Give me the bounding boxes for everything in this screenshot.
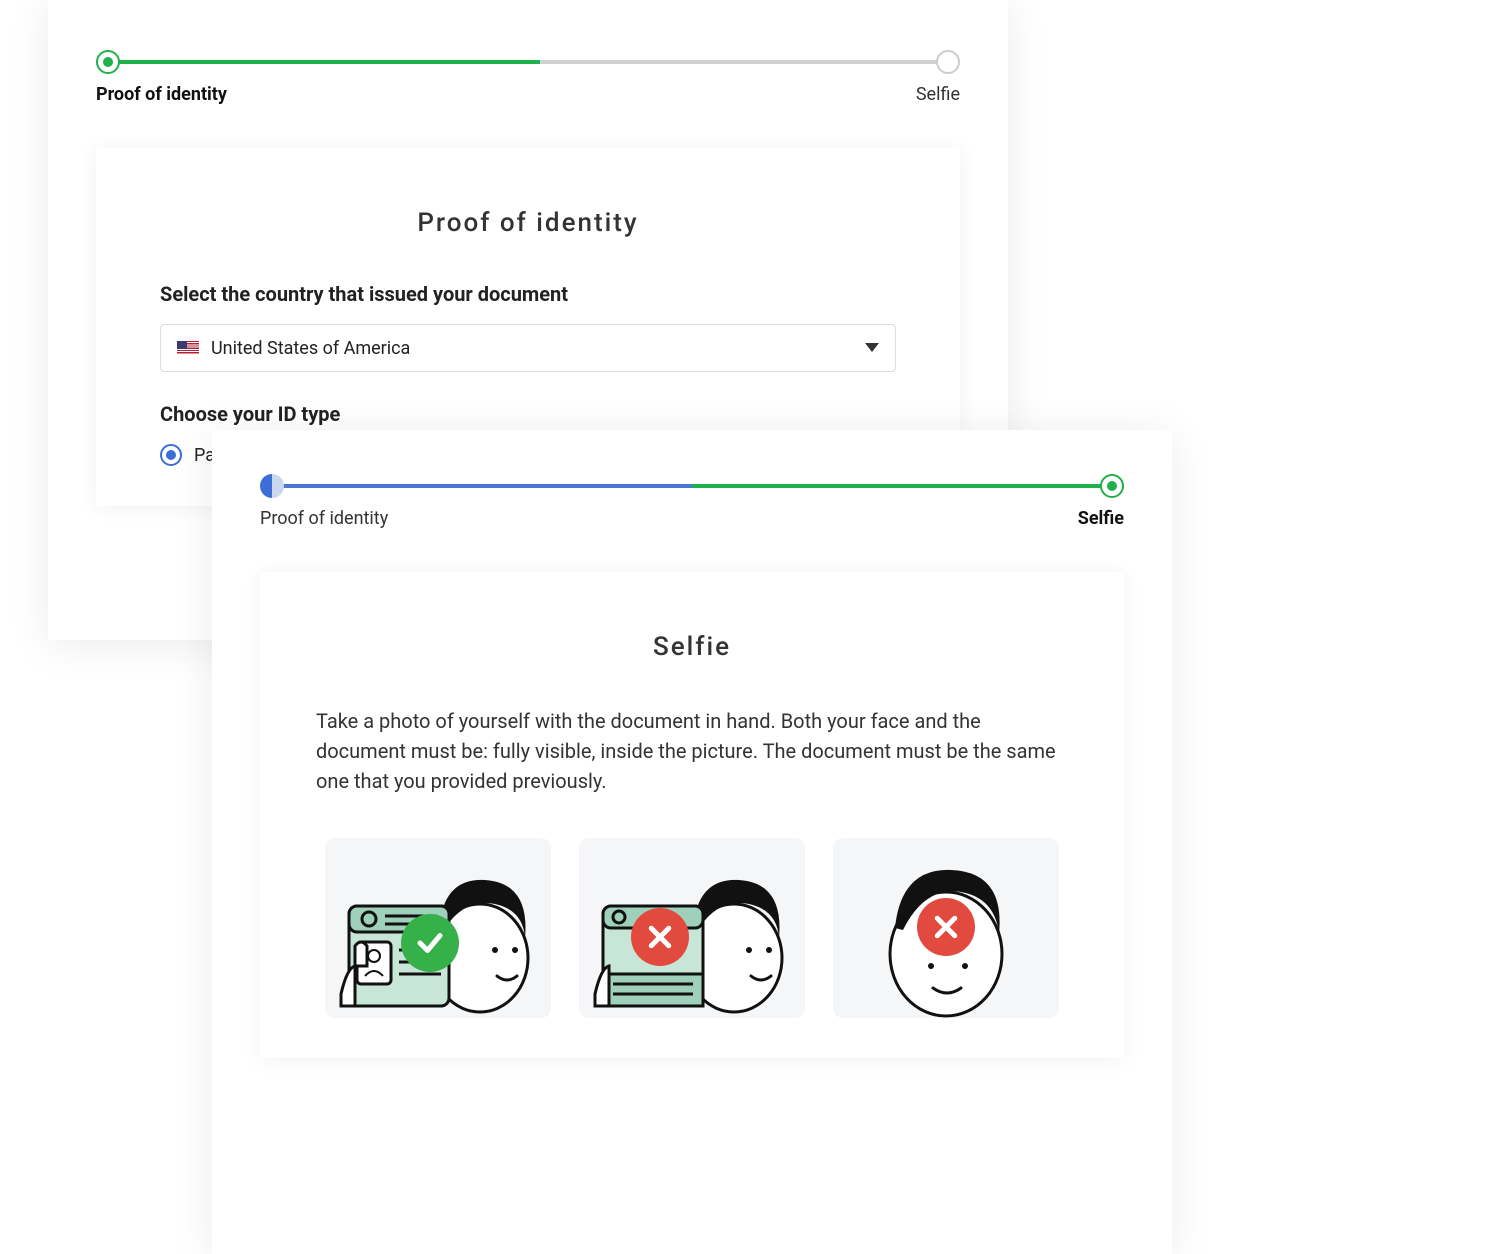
country-select-value: United States of America xyxy=(211,338,410,359)
step-label-selfie2: Selfie xyxy=(1078,508,1124,529)
selfie-bad-doc-icon xyxy=(579,838,805,1018)
step-dot-selfie[interactable] xyxy=(936,50,960,74)
id-type-label: Choose your ID type xyxy=(160,402,896,426)
step-dot-selfie-active[interactable] xyxy=(1100,474,1124,498)
x-badge-icon xyxy=(631,908,689,966)
step-label-identity2: Proof of identity xyxy=(260,508,388,529)
country-select[interactable]: United States of America xyxy=(160,324,896,372)
example-good xyxy=(325,838,551,1018)
selfie-panel: Proof of identity Selfie Selfie Take a p… xyxy=(212,430,1172,1254)
stepper-selfie: Proof of identity Selfie xyxy=(260,472,1124,542)
step-dot-identity[interactable] xyxy=(96,50,120,74)
selfie-instruction: Take a photo of yourself with the docume… xyxy=(316,706,1068,796)
selfie-card: Selfie Take a photo of yourself with the… xyxy=(260,572,1124,1058)
stepper-fill-green xyxy=(692,484,1124,488)
step-dot-identity-done[interactable] xyxy=(260,474,284,498)
stepper-fill-blue xyxy=(272,484,704,488)
stepper-fill xyxy=(108,60,540,64)
card-title: Proof of identity xyxy=(160,208,896,238)
country-field-label: Select the country that issued your docu… xyxy=(160,282,896,306)
example-bad-nodoc xyxy=(833,838,1059,1018)
us-flag-icon xyxy=(177,341,199,355)
radio-icon xyxy=(160,444,182,466)
step-label-identity: Proof of identity xyxy=(96,84,227,105)
selfie-examples-row xyxy=(316,838,1068,1018)
x-badge-icon xyxy=(917,898,975,956)
example-bad-doc xyxy=(579,838,805,1018)
check-badge-icon xyxy=(401,914,459,972)
stepper-proof: Proof of identity Selfie xyxy=(96,48,960,118)
chevron-down-icon xyxy=(865,343,879,352)
step-label-selfie: Selfie xyxy=(916,84,960,105)
selfie-card-title: Selfie xyxy=(316,632,1068,662)
